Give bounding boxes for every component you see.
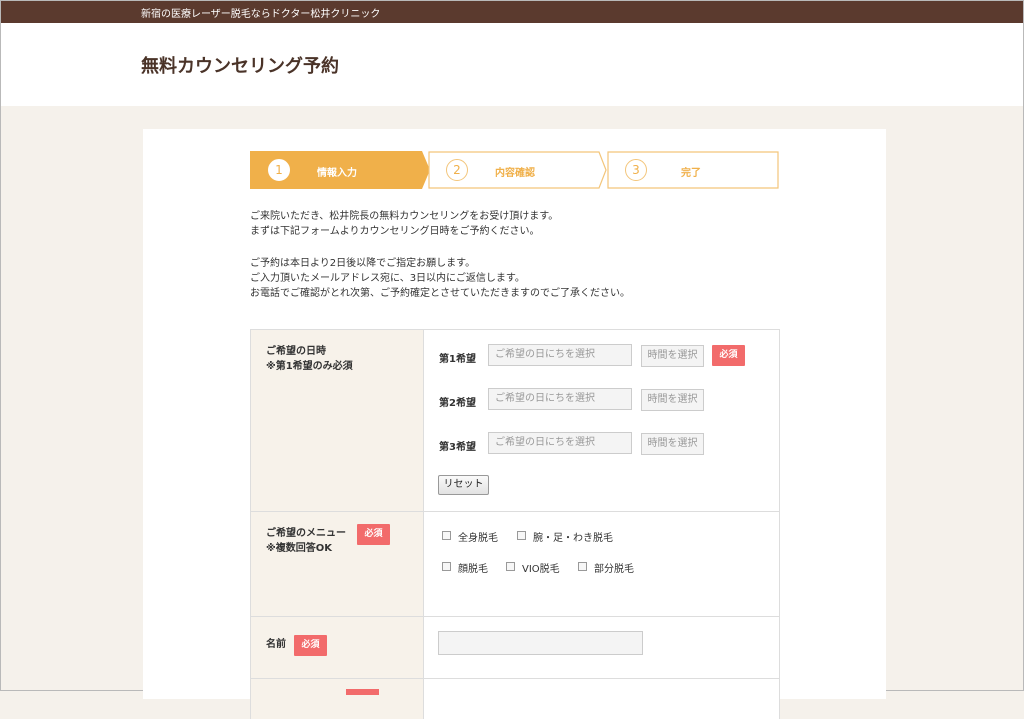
step-1-label: 情報入力 xyxy=(317,168,357,179)
checkbox[interactable] xyxy=(506,562,515,571)
menu-option-partial[interactable]: 部分脱毛 xyxy=(578,560,634,575)
menu-value-cell: 全身脱毛 腕・足・わき脱毛 顔脱毛 VIO脱毛 部分脱毛 xyxy=(424,512,779,616)
pref-3-date-input[interactable]: ご希望の日にちを選択 xyxy=(488,432,632,454)
page-header: 無料カウンセリング予約 xyxy=(1,23,1023,106)
pref-1-date-input[interactable]: ご希望の日にちを選択 xyxy=(488,344,632,366)
datetime-row: ご希望の日時 ※第1希望のみ必須 第1希望 ご希望の日にちを選択 時間を選択 必… xyxy=(251,330,779,512)
required-badge: 必須 xyxy=(357,524,390,545)
menu-option-face[interactable]: 顔脱毛 xyxy=(442,560,488,575)
pref-2-date-input[interactable]: ご希望の日にちを選択 xyxy=(488,388,632,410)
step-3-number: 3 xyxy=(625,159,647,181)
step-3: 3 完了 xyxy=(607,151,780,189)
step-3-label: 完了 xyxy=(681,168,701,179)
checkbox[interactable] xyxy=(578,562,587,571)
pref-3-time-select[interactable]: 時間を選択 xyxy=(641,433,704,455)
menu-option-full-body[interactable]: 全身脱毛 xyxy=(442,529,498,544)
name-label-cell: 名前 必須 xyxy=(251,617,424,678)
next-value-cell xyxy=(424,679,779,719)
datetime-label: ご希望の日時 xyxy=(266,346,326,357)
menu-option-label: 部分脱毛 xyxy=(594,564,634,575)
site-topbar: 新宿の医療レーザー脱毛ならドクター松井クリニック xyxy=(1,1,1023,23)
intro-line-2: まずは下記フォームよりカウンセリング日時をご予約ください。 xyxy=(250,226,540,237)
menu-option-label: 腕・足・わき脱毛 xyxy=(533,533,613,544)
step-2-number: 2 xyxy=(446,159,468,181)
name-label: 名前 xyxy=(266,639,286,650)
step-1: 1 情報入力 xyxy=(250,151,430,189)
menu-note: ※複数回答OK xyxy=(266,543,332,554)
intro-line-1: ご来院いただき、松井院長の無料カウンセリングをお受け頂けます。 xyxy=(250,211,559,222)
step-1-number: 1 xyxy=(268,159,290,181)
menu-row: ご希望のメニュー ※複数回答OK 必須 全身脱毛 腕・足・わき脱毛 顔脱毛 VI… xyxy=(251,512,779,617)
name-input[interactable] xyxy=(438,631,643,655)
menu-label: ご希望のメニュー xyxy=(266,528,346,539)
menu-option-arm-leg-underarm[interactable]: 腕・足・わき脱毛 xyxy=(517,529,613,544)
checkbox[interactable] xyxy=(442,562,451,571)
intro-line-5: お電話でご確認がとれ次第、ご予約確定とさせていただきますのでご了承ください。 xyxy=(250,288,630,299)
datetime-label-cell: ご希望の日時 ※第1希望のみ必須 xyxy=(251,330,424,511)
intro-text: ご来院いただき、松井院長の無料カウンセリングをお受け頂けます。 まずは下記フォー… xyxy=(250,209,630,301)
intro-line-3: ご予約は本日より2日後以降でご指定お願します。 xyxy=(250,258,476,269)
pref-1-label: 第1希望 xyxy=(439,354,476,365)
pref-2-time-select[interactable]: 時間を選択 xyxy=(641,389,704,411)
next-row xyxy=(251,679,779,719)
page-title: 無料カウンセリング予約 xyxy=(141,56,339,77)
pref-2-label: 第2希望 xyxy=(439,398,476,409)
pref-1-time-select[interactable]: 時間を選択 xyxy=(641,345,704,367)
datetime-note: ※第1希望のみ必須 xyxy=(266,361,353,372)
menu-option-vio[interactable]: VIO脱毛 xyxy=(506,560,560,575)
site-tagline: 新宿の医療レーザー脱毛ならドクター松井クリニック xyxy=(141,9,381,20)
menu-option-label: VIO脱毛 xyxy=(522,564,560,575)
datetime-value-cell: 第1希望 ご希望の日にちを選択 時間を選択 必須 第2希望 ご希望の日にちを選択… xyxy=(424,330,779,511)
pref-3-label: 第3希望 xyxy=(439,442,476,453)
name-value-cell xyxy=(424,617,779,678)
intro-line-4: ご入力頂いたメールアドレス宛に、3日以内にご返信します。 xyxy=(250,273,525,284)
checkbox[interactable] xyxy=(442,531,451,540)
menu-option-label: 顔脱毛 xyxy=(458,564,488,575)
checkbox[interactable] xyxy=(517,531,526,540)
name-row: 名前 必須 xyxy=(251,617,779,679)
step-2: 2 内容確認 xyxy=(428,151,608,189)
main-panel: 1 情報入力 2 内容確認 3 完了 ご来院いただき、松井院長の無料カウンセリン… xyxy=(143,129,886,719)
required-badge: 必須 xyxy=(712,345,745,366)
step-2-label: 内容確認 xyxy=(495,168,535,179)
progress-steps: 1 情報入力 2 内容確認 3 完了 xyxy=(250,151,780,189)
menu-label-cell: ご希望のメニュー ※複数回答OK 必須 xyxy=(251,512,424,616)
required-badge xyxy=(346,689,379,695)
reset-button[interactable]: リセット xyxy=(438,475,489,495)
required-badge: 必須 xyxy=(294,635,327,656)
menu-option-label: 全身脱毛 xyxy=(458,533,498,544)
reservation-form: ご希望の日時 ※第1希望のみ必須 第1希望 ご希望の日にちを選択 時間を選択 必… xyxy=(250,329,780,719)
next-label-cell xyxy=(251,679,424,719)
